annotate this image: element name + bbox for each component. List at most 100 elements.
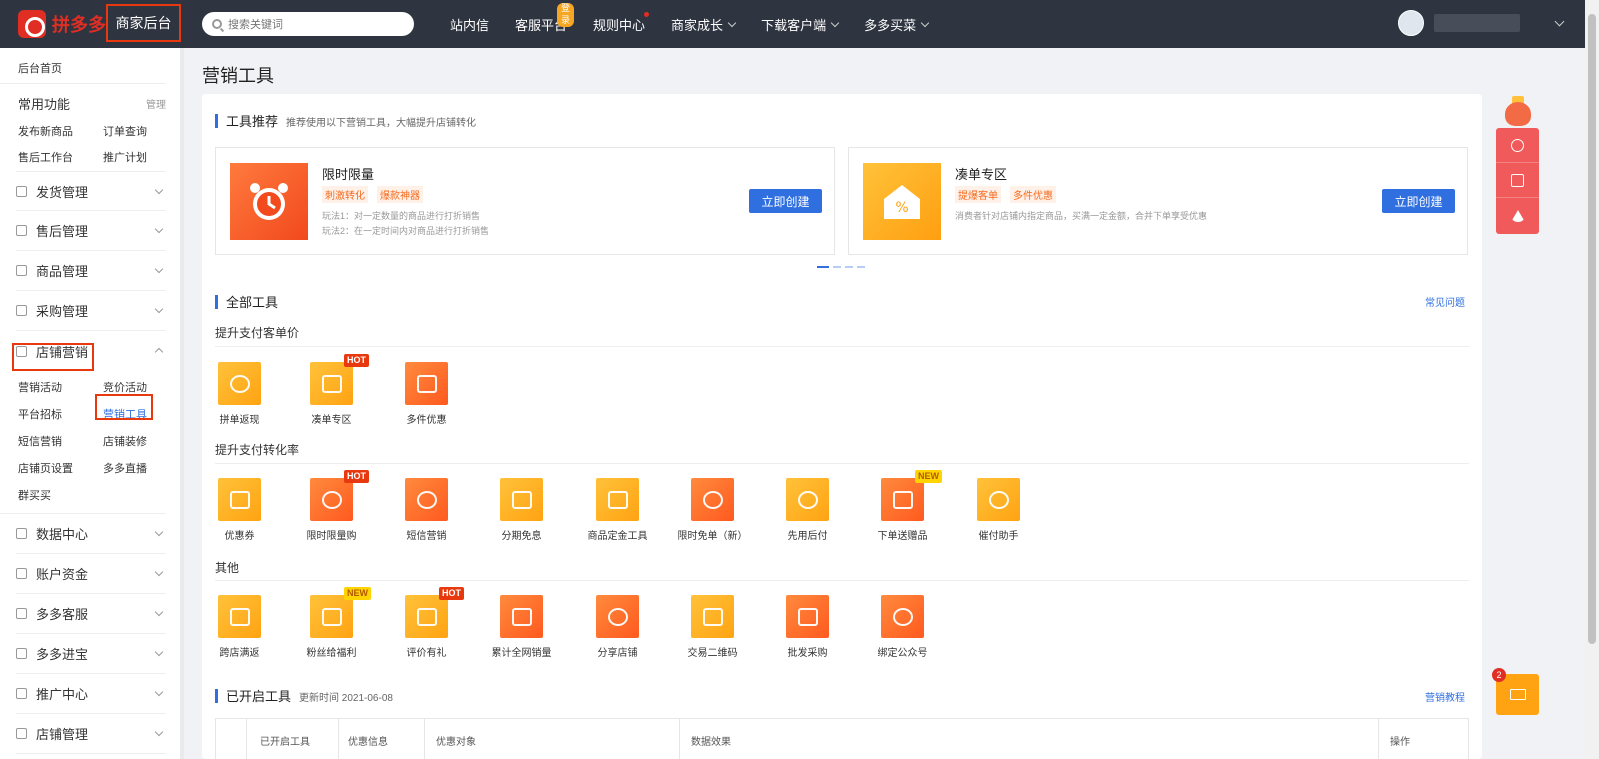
tool-item[interactable]: 交易二维码 — [665, 595, 760, 659]
sidebar-item-aftersale-workbench[interactable]: 售后工作台 — [18, 149, 103, 165]
nav-merchant-growth[interactable]: 商家成长 — [671, 15, 737, 34]
carousel-dot[interactable] — [845, 266, 853, 268]
wechat-symbol — [892, 607, 913, 626]
tool-item[interactable]: 分期免息 — [474, 478, 569, 542]
tool-item[interactable]: 短信营销 — [379, 478, 474, 542]
sidebar-item-home[interactable]: 后台首页 — [0, 48, 166, 84]
carousel-dots[interactable] — [817, 266, 869, 268]
chevron-down-icon — [154, 727, 164, 737]
highlight-box-marketing-tools — [95, 394, 153, 420]
tool-group-title: 提升支付客单价 — [215, 326, 300, 340]
tool-item[interactable]: NEW 下单送赠品 — [855, 470, 950, 542]
sidebar-section-promotion-center[interactable]: 推广中心 — [16, 674, 166, 714]
carousel-dot[interactable] — [817, 266, 829, 268]
sidebar-item-bidding-activities[interactable]: 竞价活动 — [103, 379, 180, 395]
tool-label: 限时免单（新） — [677, 531, 748, 542]
marketing-tutorial-link[interactable]: 营销教程 — [1425, 689, 1465, 704]
sidebar-item-order-query[interactable]: 订单查询 — [103, 123, 180, 139]
column-separator — [424, 719, 425, 759]
gift-symbol — [892, 490, 913, 509]
carousel-dot[interactable] — [857, 266, 865, 268]
logo[interactable]: 拼多多 — [18, 10, 106, 38]
sidebar-section-products[interactable]: 商品管理 — [16, 251, 166, 291]
sidebar-item-marketing-activities[interactable]: 营销活动 — [18, 379, 103, 395]
bag-symbol — [607, 490, 628, 509]
tool-item[interactable]: NEW 粉丝给福利 — [284, 587, 379, 659]
marketing-submenu: 营销活动 竞价活动 平台招标 营销工具 短信营销 店铺装修 店铺页设置 多多直播… — [0, 371, 166, 514]
divider — [215, 463, 1469, 464]
bar-chart-icon — [16, 528, 27, 539]
nav-label: 下载客户端 — [761, 18, 827, 34]
sidebar-item-group-buy[interactable]: 群买买 — [18, 487, 103, 503]
tool-item[interactable]: 绑定公众号 — [855, 595, 950, 659]
sidebar-section-shipping[interactable]: 发货管理 — [16, 171, 166, 211]
tool-label: 评价有礼 — [406, 648, 447, 659]
sidebar-section-customer-service[interactable]: 多多客服 — [16, 594, 166, 634]
tool-item[interactable]: HOT 评价有礼 — [379, 587, 474, 659]
carousel-dot[interactable] — [833, 266, 841, 268]
tool-item[interactable]: 拼单返现 — [192, 362, 287, 426]
mascot-icon[interactable] — [1501, 96, 1535, 126]
sidebar-section-shop-management[interactable]: 店铺管理 — [16, 714, 166, 754]
sidebar-item-publish-product[interactable]: 发布新商品 — [18, 123, 103, 139]
sidebar-item-shop-decoration[interactable]: 店铺装修 — [103, 433, 180, 449]
tool-item[interactable]: 分享店铺 — [570, 595, 665, 659]
tool-item[interactable]: 优惠券 — [192, 478, 287, 542]
unread-count-badge: 2 — [1492, 668, 1506, 682]
section-label: 采购管理 — [36, 304, 89, 319]
search-box[interactable] — [202, 12, 414, 36]
column-header: 优惠信息 — [348, 737, 388, 748]
chevron-down-icon[interactable] — [1554, 16, 1565, 26]
nav-messages[interactable]: 站内信 — [450, 15, 489, 34]
recommend-card[interactable]: % 凑单专区 提爆客单 多件优惠 消费者针对店铺内指定商品，买满一定金额，合并下… — [848, 147, 1468, 255]
nav-customer-service[interactable]: 客服平台 登录 — [515, 2, 575, 34]
sidebar-section-duoduo-jinbao[interactable]: 多多进宝 — [16, 634, 166, 674]
hot-badge: HOT — [344, 470, 369, 483]
sidebar-item-promo-plan[interactable]: 推广计划 — [103, 149, 180, 165]
sidebar-item-platform-bidding[interactable]: 平台招标 — [18, 406, 103, 422]
sidebar-section-aftersale[interactable]: 售后管理 — [16, 211, 166, 251]
alarm-clock-icon — [310, 478, 353, 521]
section-label: 数据中心 — [36, 527, 89, 542]
sidebar-item-shop-page-settings[interactable]: 店铺页设置 — [18, 460, 103, 476]
percent-house-icon — [310, 362, 353, 405]
avatar[interactable] — [1398, 10, 1424, 36]
tool-item[interactable]: 先用后付 — [760, 478, 855, 542]
search-input[interactable] — [228, 17, 398, 31]
tool-item[interactable]: 批发采购 — [760, 595, 855, 659]
sidebar-section-data-center[interactable]: 数据中心 — [16, 514, 166, 554]
cart-symbol — [797, 607, 818, 626]
nav-download-client[interactable]: 下载客户端 — [761, 15, 840, 34]
sidebar-item-live-stream[interactable]: 多多直播 — [103, 460, 180, 476]
create-button[interactable]: 立即创建 — [1382, 189, 1455, 213]
manage-link[interactable]: 管理 — [146, 96, 166, 111]
sidebar: 后台首页 常用功能 管理 发布新商品 订单查询 售后工作台 推广计划 发货管理 … — [0, 48, 184, 759]
tool-item[interactable]: 累计全网销量 — [474, 595, 569, 659]
user-menu[interactable] — [1398, 10, 1565, 36]
tool-item[interactable]: 跨店满返 — [192, 595, 287, 659]
free-symbol — [702, 490, 723, 509]
sidebar-section-account-funds[interactable]: 账户资金 — [16, 554, 166, 594]
faq-link[interactable]: 常见问题 — [1425, 294, 1465, 309]
chat-button[interactable] — [1496, 128, 1539, 163]
tool-item[interactable]: 多件优惠 — [379, 362, 474, 426]
all-tools-header: 全部工具 — [215, 292, 278, 311]
tool-item[interactable]: HOT 限时限量购 — [284, 470, 379, 542]
tool-item[interactable]: 限时免单（新） — [665, 478, 760, 542]
sidebar-item-sms-marketing[interactable]: 短信营销 — [18, 433, 103, 449]
recommend-card[interactable]: 限时限量 刺激转化 爆款神器 玩法1：对一定数量的商品进行打折销售 玩法2：在一… — [215, 147, 835, 255]
feedback-button[interactable] — [1496, 163, 1539, 198]
sidebar-section-purchasing[interactable]: 采购管理 — [16, 291, 166, 331]
scrollbar-thumb[interactable] — [1588, 14, 1596, 644]
create-button[interactable]: 立即创建 — [749, 189, 822, 213]
page-scrollbar[interactable] — [1585, 0, 1599, 759]
report-button[interactable] — [1496, 198, 1539, 233]
mail-button[interactable]: 2 — [1492, 668, 1539, 715]
tool-item[interactable]: 商品定金工具 — [570, 478, 665, 542]
nav-rules-center[interactable]: 规则中心 — [593, 11, 650, 34]
tool-item[interactable]: HOT 凑单专区 — [284, 354, 379, 426]
chat-bubble-icon — [405, 478, 448, 521]
merchant-backend-label[interactable]: 商家后台 — [106, 4, 181, 42]
tool-item[interactable]: 催付助手 — [951, 478, 1046, 542]
nav-duoduo-grocery[interactable]: 多多买菜 — [864, 15, 930, 34]
